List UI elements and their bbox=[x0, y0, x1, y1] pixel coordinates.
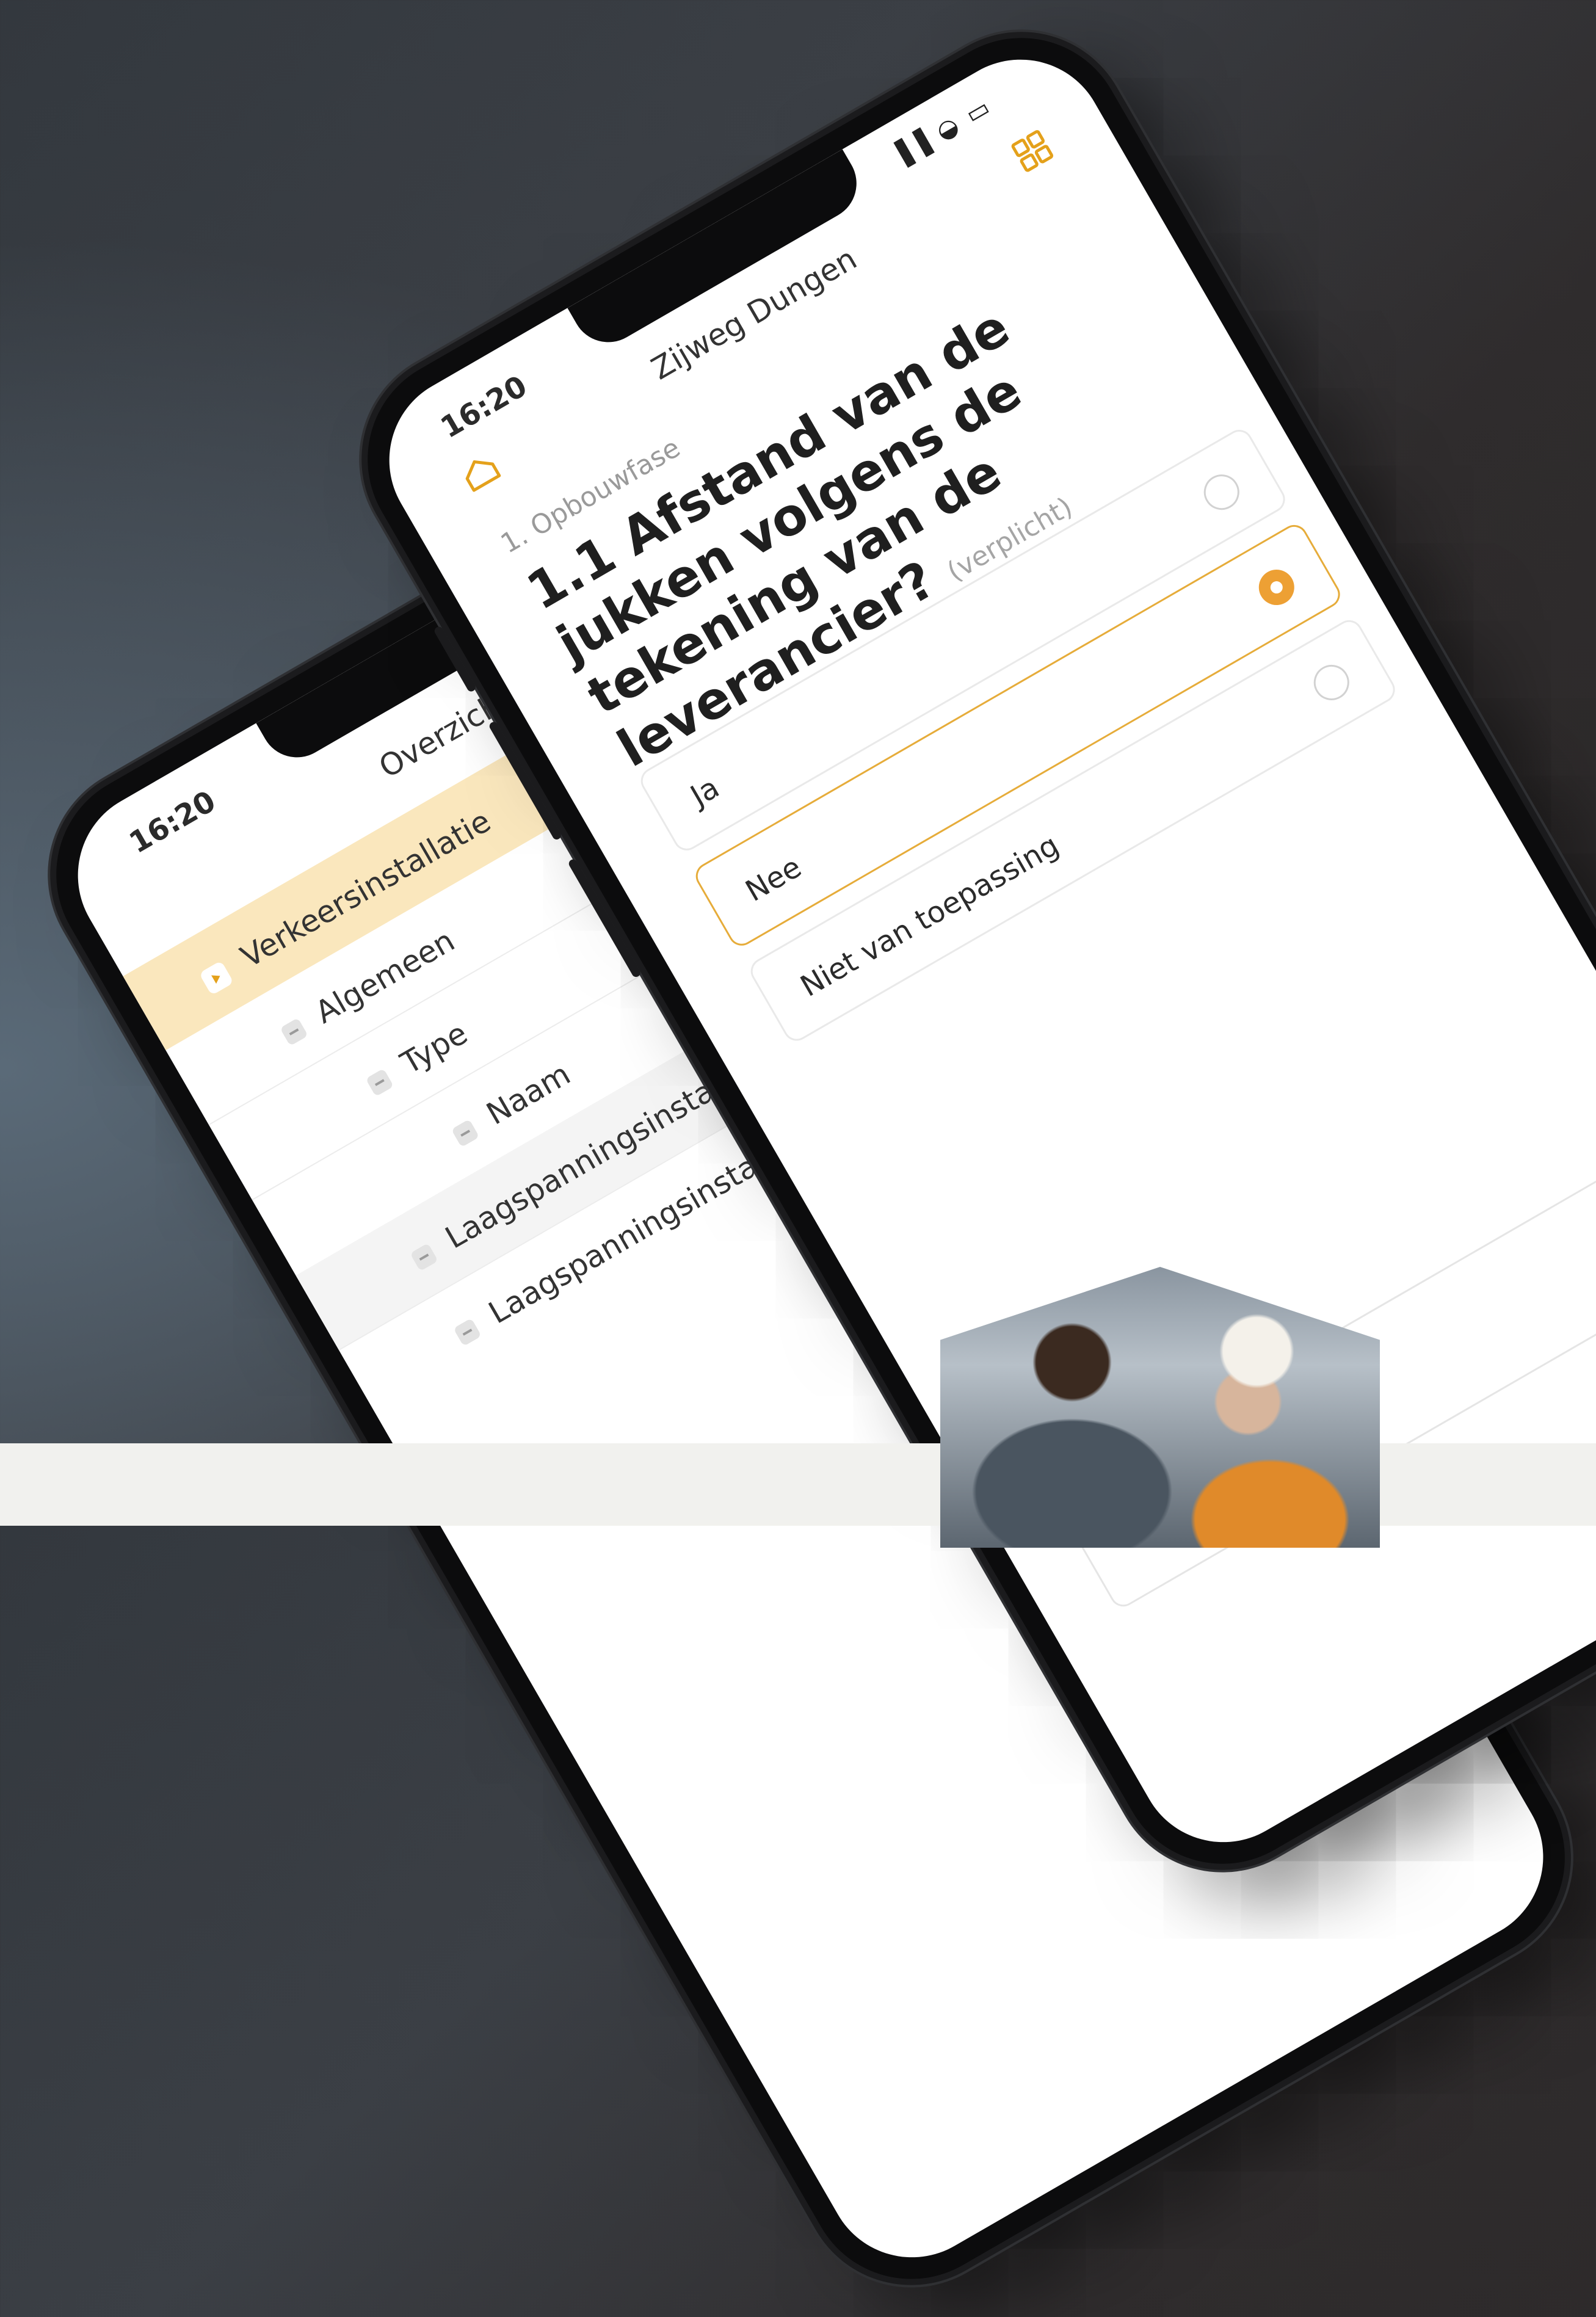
option-label: Nee bbox=[739, 850, 808, 909]
radio-button[interactable] bbox=[1197, 468, 1246, 517]
radio-button-selected[interactable] bbox=[1252, 563, 1301, 612]
option-label: Ja bbox=[684, 770, 725, 814]
minus-icon bbox=[280, 1017, 308, 1046]
minus-icon bbox=[453, 1318, 482, 1347]
status-time: 16:20 bbox=[123, 784, 222, 861]
tree-item-label: Type bbox=[394, 1015, 474, 1081]
minus-icon bbox=[451, 1119, 480, 1148]
status-icons: ▐▐ ◒ ▭ bbox=[885, 92, 997, 173]
minus-icon bbox=[410, 1242, 438, 1272]
expand-arrow-icon[interactable] bbox=[198, 960, 234, 996]
tree-item-label: Naam bbox=[481, 1056, 576, 1132]
radio-button[interactable] bbox=[1307, 658, 1356, 707]
minus-icon bbox=[365, 1068, 394, 1097]
